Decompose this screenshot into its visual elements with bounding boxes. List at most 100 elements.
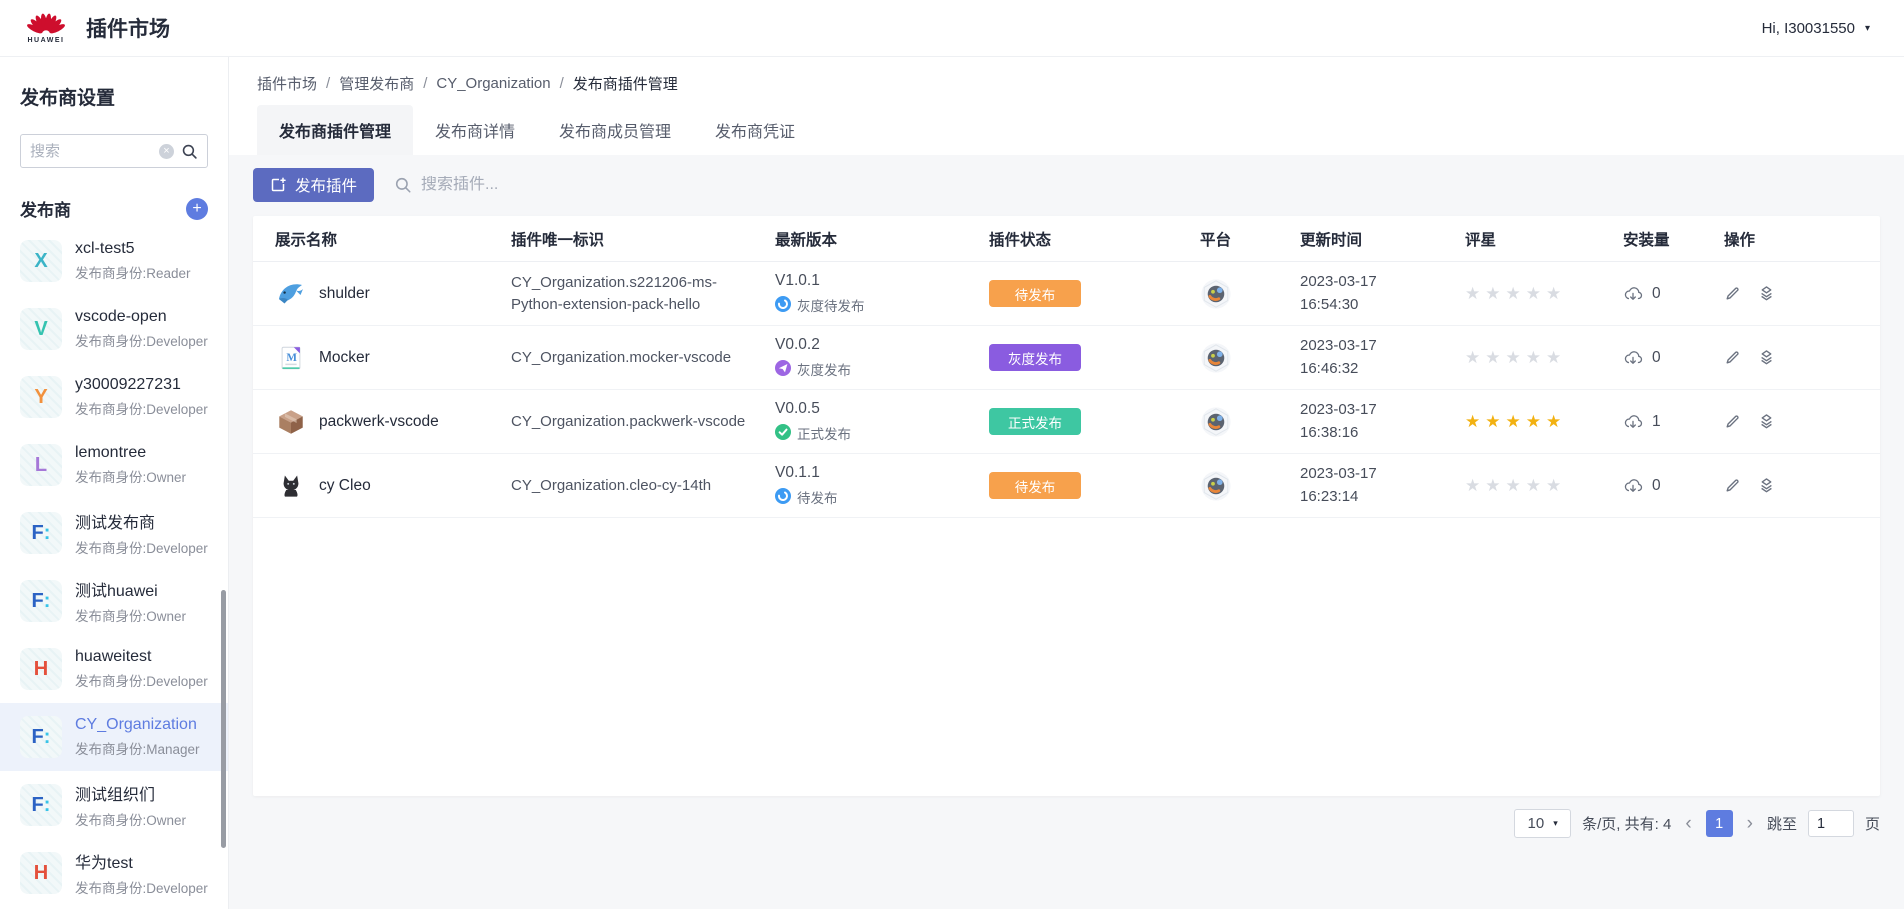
version-status-icon	[775, 423, 791, 443]
publisher-item[interactable]: H 华为test 发布商身份:Developer	[0, 839, 228, 907]
app-title: 插件市场	[86, 18, 170, 41]
publisher-section-title: 发布商	[20, 201, 71, 220]
install-count: 0	[1652, 284, 1661, 302]
sidebar: 发布商设置 × 发布商 + X xcl-test5 发布商身份:Reader V…	[0, 57, 229, 909]
plugin-id: CY_Organization.cleo-cy-14th	[511, 476, 712, 494]
chevron-down-icon: ▾	[1864, 22, 1870, 34]
top-navbar: HUAWEI 插件市场 Hi, I30031550 ▾	[0, 0, 1904, 57]
edit-icon[interactable]	[1724, 413, 1741, 430]
jump-unit-label: 页	[1864, 816, 1880, 833]
star-icon: ★	[1546, 475, 1562, 495]
download-cloud-icon	[1623, 348, 1643, 368]
publisher-item[interactable]: F: 测试组织们 发布商身份:Owner	[0, 771, 228, 839]
versions-layers-icon[interactable]	[1758, 285, 1775, 302]
column-header: 平台	[1200, 231, 1232, 249]
add-publisher-button[interactable]: +	[186, 197, 208, 220]
table-row[interactable]: M Mocker CY_Organization.mocker-vscode V…	[253, 326, 1880, 390]
edit-icon[interactable]	[1724, 285, 1741, 302]
plugin-table-card: 展示名称 插件唯一标识 最新版本 插件状态 平台 更新时间 评星 安装量 操作 shulder …	[253, 216, 1880, 796]
star-icon: ★	[1505, 347, 1521, 367]
breadcrumb-item[interactable]: CY_Organization	[436, 75, 550, 92]
brand: HUAWEI 插件市场	[22, 12, 170, 44]
column-header: 插件唯一标识	[511, 231, 605, 249]
plugin-name: shulder	[319, 284, 370, 302]
column-header: 展示名称	[275, 231, 338, 249]
edit-icon[interactable]	[1724, 349, 1741, 366]
publisher-name: y30009227231	[75, 376, 181, 393]
plugin-name: cy Cleo	[319, 476, 371, 494]
column-header: 最新版本	[775, 231, 838, 249]
tab-item[interactable]: 发布商成员管理	[537, 105, 693, 155]
jump-page-input[interactable]	[1807, 810, 1854, 837]
versions-layers-icon[interactable]	[1758, 477, 1775, 494]
star-icon: ★	[1525, 411, 1541, 431]
toolbar: 发布插件	[253, 165, 1880, 205]
update-time: 2023-03-17 16:23:14	[1300, 465, 1377, 505]
publisher-role: 发布商身份:Developer	[75, 674, 208, 689]
publisher-name: vscode-open	[75, 308, 167, 325]
publisher-item[interactable]: H huaweitest 发布商身份:Developer	[0, 635, 228, 703]
table-row[interactable]: packwerk-vscode CY_Organization.packwerk…	[253, 390, 1880, 454]
publisher-item[interactable]: F: CY_Organization 发布商身份:Manager	[0, 703, 228, 771]
publisher-name: 华为test	[75, 855, 133, 872]
publisher-role: 发布商身份:Developer	[75, 334, 208, 349]
download-cloud-icon	[1623, 476, 1643, 496]
star-icon: ★	[1465, 347, 1481, 367]
next-page-button[interactable]: ›	[1744, 813, 1756, 835]
tab-active[interactable]: 发布商插件管理	[257, 105, 414, 155]
publisher-item[interactable]: L lemontree 发布商身份:Owner	[0, 431, 228, 499]
tab-item[interactable]: 发布商详情	[413, 105, 537, 155]
publisher-item[interactable]: F: 测试发布商 发布商身份:Developer	[0, 499, 228, 567]
publish-plugin-button[interactable]: 发布插件	[253, 168, 375, 202]
star-icon: ★	[1485, 411, 1501, 431]
prev-page-button[interactable]: ‹	[1682, 813, 1694, 835]
platform-icon	[1200, 278, 1232, 310]
search-icon[interactable]	[181, 143, 198, 160]
versions-layers-icon[interactable]	[1758, 349, 1775, 366]
breadcrumb-item[interactable]: 管理发布商	[339, 73, 414, 94]
sidebar-scrollbar[interactable]	[221, 590, 226, 848]
status-badge: 待发布	[989, 280, 1081, 307]
version-status-label: 待发布	[797, 491, 838, 506]
publisher-search-input[interactable]	[30, 142, 152, 160]
sidebar-title: 发布商设置	[20, 88, 116, 109]
clear-icon[interactable]: ×	[159, 143, 174, 159]
publisher-avatar: F:	[20, 784, 62, 826]
plugin-search-box	[394, 176, 702, 194]
page-size-select[interactable]: 10 ▾	[1514, 809, 1572, 838]
publisher-item[interactable]: F: 测试huawei 发布商身份:Owner	[0, 567, 228, 635]
current-page-button[interactable]: 1	[1705, 810, 1733, 837]
table-row[interactable]: cy Cleo CY_Organization.cleo-cy-14th V0.…	[253, 454, 1880, 518]
publisher-role: 发布商身份:Developer	[75, 541, 208, 556]
tab-item[interactable]: 发布商凭证	[693, 105, 817, 155]
user-menu[interactable]: Hi, I30031550 ▾	[1762, 20, 1870, 37]
publisher-item[interactable]: X xcl-test5 发布商身份:Reader	[0, 227, 228, 295]
plugin-name: packwerk-vscode	[319, 412, 439, 430]
star-icon: ★	[1525, 347, 1541, 367]
column-header: 安装量	[1623, 231, 1670, 249]
plugin-icon	[275, 406, 307, 438]
breadcrumb-item[interactable]: 插件市场	[257, 73, 317, 94]
edit-icon[interactable]	[1724, 477, 1741, 494]
publisher-role: 发布商身份:Owner	[75, 470, 187, 485]
plugin-search-input[interactable]	[421, 176, 702, 194]
plugin-name: Mocker	[319, 348, 370, 366]
plugin-id: CY_Organization.s221206-ms-Python-extens…	[511, 273, 717, 313]
version-status-label: 灰度待发布	[797, 299, 865, 314]
star-icon: ★	[1485, 283, 1501, 303]
search-icon	[394, 176, 412, 194]
sidebar-search-box: ×	[20, 134, 208, 168]
publisher-avatar: L	[20, 444, 62, 486]
versions-layers-icon[interactable]	[1758, 413, 1775, 430]
publisher-section-header: 发布商 +	[20, 196, 208, 221]
publish-button-label: 发布插件	[295, 178, 358, 195]
publisher-item[interactable]: Y y30009227231 发布商身份:Developer	[0, 363, 228, 431]
status-badge: 正式发布	[989, 408, 1081, 435]
publisher-name: 测试huawei	[75, 583, 158, 600]
publisher-item[interactable]: V vscode-open 发布商身份:Developer	[0, 295, 228, 363]
download-cloud-icon	[1623, 284, 1643, 304]
download-cloud-icon	[1623, 412, 1643, 432]
publisher-list: X xcl-test5 发布商身份:Reader V vscode-open 发…	[0, 227, 228, 907]
breadcrumb: 插件市场 / 管理发布商 / CY_Organization / 发布商插件管理	[257, 73, 1876, 94]
table-row[interactable]: shulder CY_Organization.s221206-ms-Pytho…	[253, 262, 1880, 326]
